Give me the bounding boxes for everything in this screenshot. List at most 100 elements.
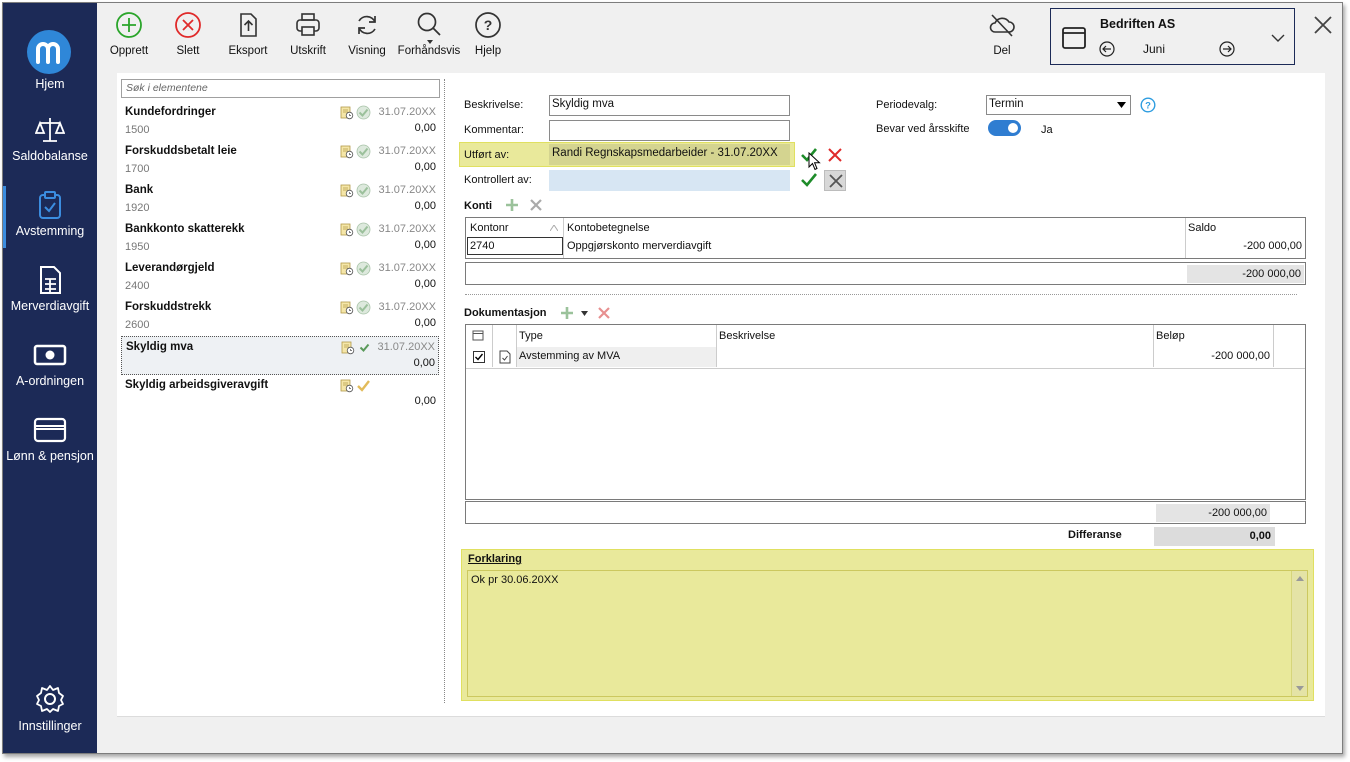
help-circle-icon[interactable]: ? [1140, 97, 1156, 113]
reject-x-icon[interactable] [827, 147, 843, 163]
checkmark-icon [475, 353, 484, 361]
sidebar-item-a-ordningen[interactable]: A-ordningen [3, 340, 97, 388]
list-item[interactable]: Forskuddstrekk 2600 31.07.20XX 0,00 [121, 297, 439, 336]
bevar-toggle[interactable] [988, 120, 1021, 136]
table-row[interactable]: Avstemming av MVA -200 000,00 [466, 347, 1305, 367]
calendar-icon [472, 330, 484, 341]
sidebar-item-merverdiavgift[interactable]: Merverdiavgift [3, 265, 97, 313]
status-bar [117, 716, 1325, 738]
kommentar-input[interactable] [549, 120, 790, 141]
add-icon[interactable] [560, 306, 574, 320]
sidebar-item-saldobalanse[interactable]: Saldobalanse [3, 115, 97, 163]
betegnelse-cell: Oppgjørskonto merverdiavgift [567, 240, 712, 252]
kontrollert-field[interactable] [549, 170, 790, 191]
visning-button[interactable]: Visning [335, 11, 399, 57]
next-period-icon[interactable] [1219, 41, 1235, 57]
periodevalg-select[interactable]: Termin [986, 95, 1131, 115]
scroll-down-icon[interactable] [1296, 686, 1304, 691]
chevron-down-icon[interactable] [581, 311, 588, 316]
list-item[interactable]: Forskuddsbetalt leie 1700 31.07.20XX 0,00 [121, 141, 439, 180]
export-icon [240, 13, 257, 37]
sidebar-item-label: Lønn & pensjon [6, 449, 94, 463]
reject-button-disabled[interactable] [824, 170, 846, 191]
document-clock-icon [340, 262, 354, 275]
eksport-button[interactable]: Eksport [216, 11, 280, 57]
dok-header-beskrivelse[interactable]: Beskrivelse [719, 330, 775, 342]
dok-header-type[interactable]: Type [519, 330, 543, 342]
list-item[interactable]: Leverandørgjeld 2400 31.07.20XX 0,00 [121, 258, 439, 297]
kontonr-cell[interactable]: 2740 [467, 237, 563, 255]
sidebar-item-label: A-ordningen [15, 374, 85, 388]
sidebar-item-lonn-pensjon[interactable]: Lønn & pensjon [3, 415, 97, 463]
scrollbar[interactable] [1291, 571, 1307, 696]
account-number: 2400 [125, 280, 150, 292]
document-clock-icon [340, 106, 354, 119]
row-checkbox[interactable] [473, 351, 485, 363]
delete-icon[interactable] [598, 307, 610, 319]
add-icon[interactable] [505, 198, 519, 212]
account-amount: 0,00 [414, 161, 436, 173]
utskrift-button[interactable]: Utskrift [276, 11, 340, 57]
scroll-up-icon[interactable] [1296, 576, 1304, 581]
forklaring-textarea[interactable]: Ok pr 30.06.20XX [467, 570, 1308, 697]
saldo-cell: -200 000,00 [1243, 240, 1302, 252]
konti-header-kontonr[interactable]: Kontonr [470, 222, 509, 234]
list-item[interactable]: Bank 1920 31.07.20XX 0,00 [121, 180, 439, 219]
check-icon [356, 222, 371, 237]
check-icon [356, 300, 371, 315]
account-date: 31.07.20XX [378, 223, 437, 235]
dok-header-belop[interactable]: Beløp [1156, 330, 1185, 342]
previous-period-icon[interactable] [1099, 41, 1115, 57]
scales-icon [35, 118, 65, 142]
utskrift-label: Utskrift [290, 45, 326, 57]
account-date: 31.07.20XX [377, 341, 436, 353]
konti-header-betegnelse[interactable]: Kontobetegnelse [567, 222, 650, 234]
konti-header-saldo[interactable]: Saldo [1188, 222, 1216, 234]
list-item[interactable]: Skyldig mva 31.07.20XX 0,00 [121, 336, 439, 375]
delete-icon[interactable] [530, 199, 542, 211]
beskrivelse-input[interactable]: Skyldig mva [549, 95, 790, 116]
table-row[interactable]: 2740 Oppgjørskonto merverdiavgift -200 0… [466, 237, 1305, 256]
utfort-label: Utført av: [464, 149, 510, 161]
account-amount: 0,00 [414, 239, 436, 251]
sidebar-item-label: Avstemming [15, 224, 85, 238]
sidebar-item-label: Merverdiavgift [10, 299, 90, 313]
konti-total: -200 000,00 [1187, 265, 1304, 283]
bevar-label: Bevar ved årsskifte [876, 123, 970, 135]
printer-icon [296, 13, 320, 36]
slett-button[interactable]: Slett [156, 11, 220, 57]
forhandsvis-button[interactable]: Forhåndsvis [397, 11, 461, 63]
m-logo-icon[interactable] [27, 30, 71, 74]
sort-asc-icon [550, 225, 558, 231]
company-selector[interactable]: Bedriften AS Juni [1050, 8, 1295, 65]
dokumentasjon-total: -200 000,00 [1156, 504, 1270, 522]
type-cell: Avstemming av MVA [517, 347, 716, 367]
konti-title: Konti [464, 200, 493, 212]
mouse-cursor-icon [808, 152, 821, 171]
dokumentasjon-table: Type Beskrivelse Beløp Avstemming av MVA… [465, 324, 1306, 500]
utfort-field[interactable]: Randi Regnskapsmedarbeider - 31.07.20XX [549, 144, 790, 165]
dropdown-arrow-icon [1117, 102, 1126, 108]
approve-check-icon[interactable] [800, 172, 818, 188]
sidebar-item-innstillinger[interactable]: Innstillinger [3, 683, 97, 733]
status-icons [340, 300, 371, 315]
chevron-down-icon[interactable] [1271, 33, 1285, 43]
sidebar-item-hjem[interactable]: Hjem [3, 77, 97, 91]
close-icon[interactable] [1313, 15, 1333, 35]
sidebar-item-label: Hjem [35, 77, 65, 91]
main-content: Søk i elementene Kundefordringer 1500 31.0… [117, 73, 1325, 716]
account-date: 31.07.20XX [378, 106, 437, 118]
list-item[interactable]: Kundefordringer 1500 31.07.20XX 0,00 [121, 102, 439, 141]
account-amount: 0,00 [413, 357, 435, 369]
list-item[interactable]: Bankkonto skatterekk 1950 31.07.20XX 0,00 [121, 219, 439, 258]
delete-circle-icon [175, 12, 201, 38]
status-icons [340, 144, 371, 159]
search-input[interactable]: Søk i elementene [121, 79, 440, 98]
close-icon [829, 174, 843, 188]
list-item[interactable]: Skyldig arbeidsgiveravgift 0,00 [121, 375, 439, 414]
document-clock-icon [340, 145, 354, 158]
sidebar-item-avstemming[interactable]: Avstemming [3, 186, 97, 248]
opprett-button[interactable]: Opprett [97, 11, 161, 57]
del-button[interactable]: Del [970, 11, 1034, 57]
hjelp-button[interactable]: ? Hjelp [456, 11, 520, 57]
